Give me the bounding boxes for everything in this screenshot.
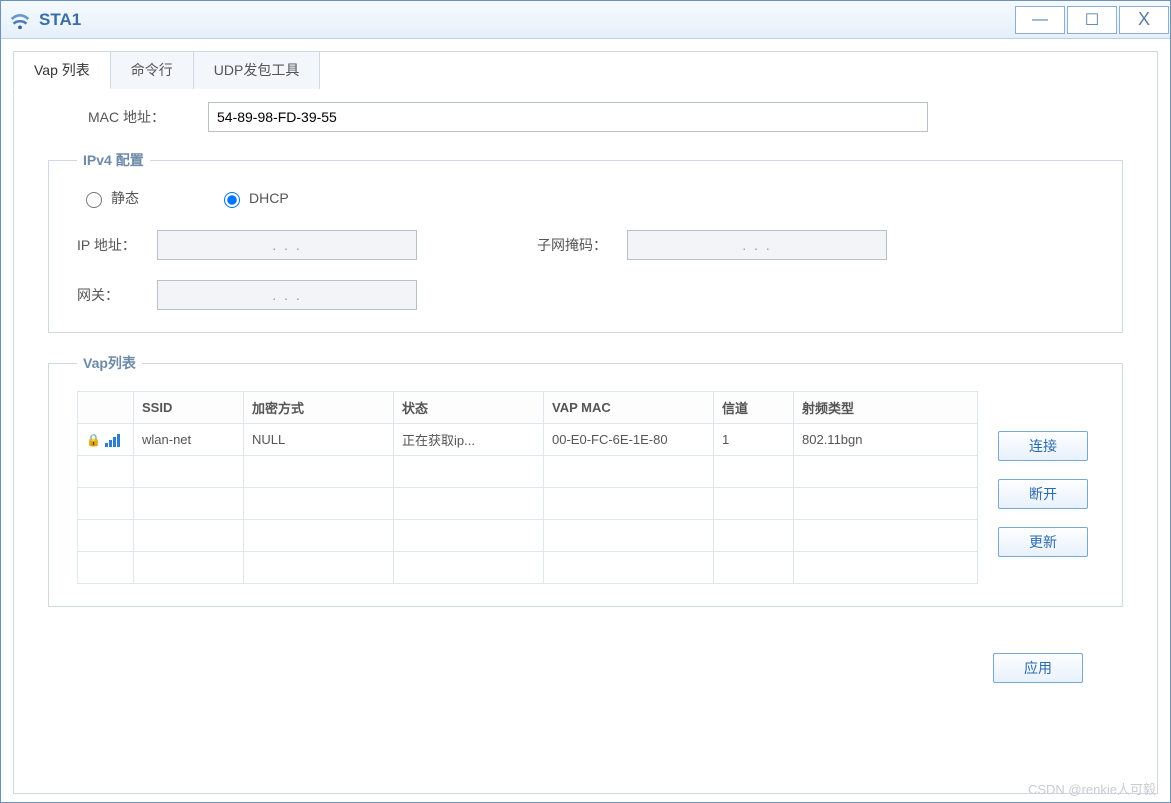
vap-header-row: SSID 加密方式 状态 VAP MAC 信道 射频类型 xyxy=(78,392,978,424)
tab-udp-tool[interactable]: UDP发包工具 xyxy=(193,51,321,89)
mac-row: MAC 地址： xyxy=(88,102,1123,132)
apply-button[interactable]: 应用 xyxy=(993,653,1083,683)
col-ssid: SSID xyxy=(134,392,244,424)
cell-chan: 1 xyxy=(714,424,794,456)
col-radio: 射频类型 xyxy=(794,392,978,424)
connect-button[interactable]: 连接 xyxy=(998,431,1088,461)
cell-enc: NULL xyxy=(244,424,394,456)
table-row[interactable]: 🔒 wlan-net NULL 正在 xyxy=(78,424,978,456)
col-state: 状态 xyxy=(394,392,544,424)
col-icon xyxy=(78,392,134,424)
ipv4-fieldset: IPv4 配置 静态 DHCP IP 地址： . . xyxy=(48,150,1123,333)
table-row[interactable] xyxy=(78,488,978,520)
mac-input[interactable] xyxy=(208,102,928,132)
vap-legend: Vap列表 xyxy=(77,353,142,373)
refresh-button[interactable]: 更新 xyxy=(998,527,1088,557)
minimize-button[interactable]: — xyxy=(1015,6,1065,34)
title-bar: STA1 — ☐ X xyxy=(1,1,1170,39)
vap-table: SSID 加密方式 状态 VAP MAC 信道 射频类型 xyxy=(77,391,978,584)
maximize-button[interactable]: ☐ xyxy=(1067,6,1117,34)
ipv4-legend: IPv4 配置 xyxy=(77,150,150,170)
app-window: STA1 — ☐ X Vap 列表 命令行 UDP发包工具 MAC 地址： IP… xyxy=(0,0,1171,803)
main-panel: Vap 列表 命令行 UDP发包工具 MAC 地址： IPv4 配置 静态 xyxy=(13,51,1158,794)
mac-label: MAC 地址： xyxy=(88,107,208,127)
mask-input[interactable]: . . . xyxy=(627,230,887,260)
mask-label: 子网掩码： xyxy=(537,235,627,255)
close-button[interactable]: X xyxy=(1119,6,1169,34)
radio-static-label: 静态 xyxy=(111,188,139,208)
radio-static[interactable]: 静态 xyxy=(81,188,139,208)
col-enc: 加密方式 xyxy=(244,392,394,424)
table-row[interactable] xyxy=(78,520,978,552)
ip-label: IP 地址： xyxy=(77,235,157,255)
client-area: Vap 列表 命令行 UDP发包工具 MAC 地址： IPv4 配置 静态 xyxy=(1,39,1170,802)
radio-dhcp[interactable]: DHCP xyxy=(219,189,289,208)
table-row[interactable] xyxy=(78,456,978,488)
radio-dhcp-input[interactable] xyxy=(224,192,240,208)
vap-table-wrap: SSID 加密方式 状态 VAP MAC 信道 射频类型 xyxy=(77,391,978,584)
table-row[interactable] xyxy=(78,552,978,584)
window-title: STA1 xyxy=(39,10,81,30)
disconnect-button[interactable]: 断开 xyxy=(998,479,1088,509)
tab-cli[interactable]: 命令行 xyxy=(110,51,194,89)
cell-ssid: wlan-net xyxy=(134,424,244,456)
vap-fieldset: Vap列表 SSID xyxy=(48,353,1123,607)
cell-radio: 802.11bgn xyxy=(794,424,978,456)
apply-row: 应用 xyxy=(48,627,1123,683)
app-icon xyxy=(9,9,31,31)
cell-state: 正在获取ip... xyxy=(394,424,544,456)
tab-content: MAC 地址： IPv4 配置 静态 DHCP xyxy=(14,52,1157,703)
vap-button-column: 连接 断开 更新 xyxy=(998,391,1088,557)
gw-input[interactable]: . . . xyxy=(157,280,417,310)
radio-static-input[interactable] xyxy=(86,192,102,208)
tab-strip: Vap 列表 命令行 UDP发包工具 xyxy=(13,50,319,88)
ip-input[interactable]: . . . xyxy=(157,230,417,260)
signal-bars-icon xyxy=(105,433,120,447)
gw-label: 网关： xyxy=(77,285,157,305)
col-chan: 信道 xyxy=(714,392,794,424)
cell-mac: 00-E0-FC-6E-1E-80 xyxy=(544,424,714,456)
radio-dhcp-label: DHCP xyxy=(249,190,289,206)
tab-vap-list[interactable]: Vap 列表 xyxy=(13,51,111,89)
lock-icon: 🔒 xyxy=(86,433,101,447)
col-mac: VAP MAC xyxy=(544,392,714,424)
signal-cell: 🔒 xyxy=(86,433,125,447)
